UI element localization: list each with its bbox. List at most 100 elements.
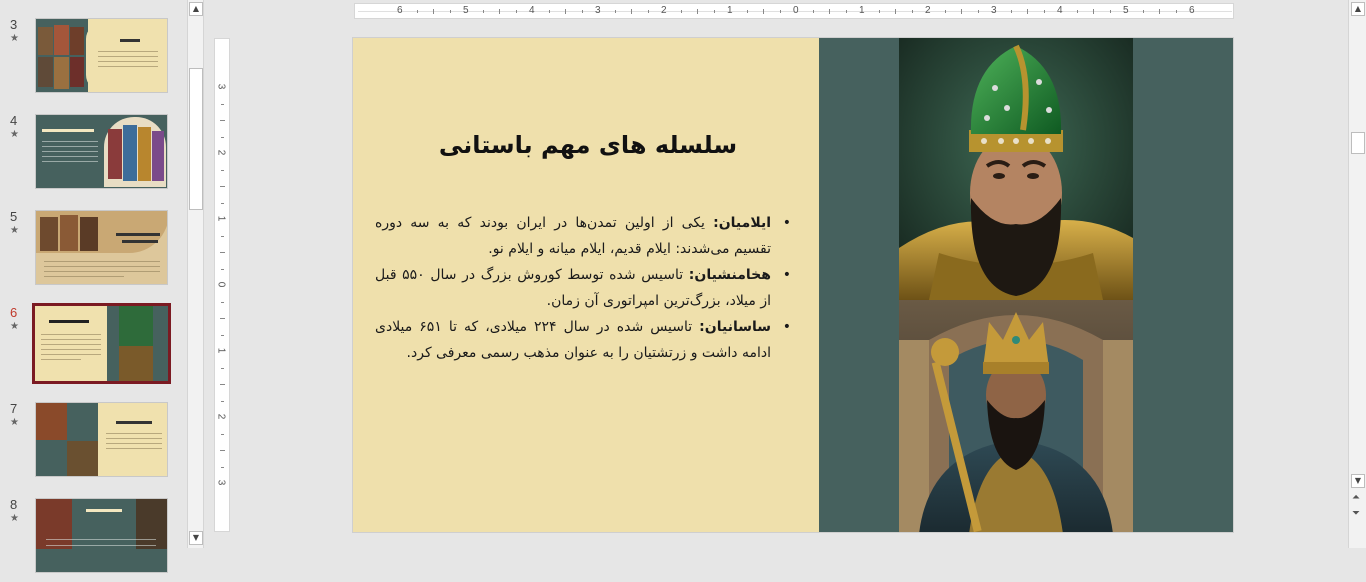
slide-thumbnail[interactable]: [35, 114, 168, 189]
ruler-label: 1: [215, 215, 227, 222]
thumbnail-row[interactable]: 3 ★: [0, 17, 186, 102]
slide-canvas[interactable]: سلسله های مهم باستانی • ایلامیان: یکی از…: [352, 37, 1234, 533]
scroll-up-button[interactable]: ▲: [1351, 2, 1365, 16]
slide-thumbnail-pane: 3 ★ 4 ★ 5 ★ 6 ★ 7 ★ 8 ★: [0, 0, 186, 573]
ruler-tick: [647, 10, 649, 13]
portrait-image-scepter-king[interactable]: [899, 300, 1133, 533]
animation-star-icon: ★: [10, 129, 19, 140]
ruler-tick: [221, 202, 224, 204]
ruler-tick: [220, 186, 225, 187]
ruler-tick: [697, 9, 698, 14]
ruler-tick: [581, 10, 583, 13]
ruler-tick: [680, 10, 682, 13]
horizontal-ruler: 6 5 4 3 2 1 0 1 2 3 4 5 6: [354, 3, 1234, 19]
ruler-label: 4: [1057, 5, 1063, 16]
next-slide-icon[interactable]: ⏷: [1352, 508, 1360, 519]
ruler-label: 0: [793, 5, 799, 16]
slide-thumbnail[interactable]: [35, 18, 168, 93]
ruler-tick: [221, 235, 224, 237]
ruler-tick: [1109, 10, 1111, 13]
ruler-tick: [779, 10, 781, 13]
bullet-text: یکی از اولین تمدن‌ها در ایران بودند که ب…: [375, 215, 771, 257]
ruler-tick: [1076, 10, 1078, 13]
ruler-tick: [548, 10, 550, 13]
slide-number: 7: [10, 401, 18, 416]
bullet-term: ایلامیان:: [713, 215, 771, 231]
bullet-item: • ایلامیان: یکی از اولین تمدن‌ها در ایرا…: [375, 210, 795, 262]
bullet-item: • ساسانیان: تاسیس شده در سال ۲۲۴ میلادی،…: [375, 314, 795, 366]
ruler-tick: [1093, 9, 1094, 14]
ruler-tick: [944, 10, 946, 13]
scrollbar-thumb[interactable]: [189, 68, 203, 210]
ruler-label: 5: [1123, 5, 1129, 16]
ruler-tick: [220, 384, 225, 385]
scroll-down-button[interactable]: ▼: [189, 531, 203, 545]
ruler-label: 1: [727, 5, 733, 16]
animation-star-icon: ★: [10, 417, 19, 428]
ruler-tick: [565, 9, 566, 14]
slide-number: 3: [10, 17, 18, 32]
slide-number: 8: [10, 497, 18, 512]
thumbnail-row[interactable]: 8 ★: [0, 497, 186, 582]
thumbnail-row[interactable]: 7 ★: [0, 401, 186, 486]
ruler-tick: [845, 10, 847, 13]
scrollbar-thumb[interactable]: [1351, 132, 1365, 154]
ruler-tick: [221, 466, 224, 468]
ruler-tick: [1010, 10, 1012, 13]
thumbnail-row[interactable]: 4 ★: [0, 113, 186, 198]
bullet-term: هخامنشیان:: [688, 267, 771, 283]
ruler-tick: [812, 10, 814, 13]
ruler-tick: [977, 10, 979, 13]
ruler-tick: [713, 10, 715, 13]
ruler-tick: [1027, 9, 1028, 14]
animation-star-icon: ★: [10, 225, 19, 236]
ruler-tick: [220, 252, 225, 253]
ruler-tick: [416, 10, 418, 13]
ruler-label: 2: [215, 413, 227, 420]
ruler-label: 2: [215, 149, 227, 156]
bullet-marker: •: [782, 319, 791, 335]
thumbnail-scrollbar[interactable]: ▲ ▼: [187, 0, 204, 548]
ruler-label: 3: [991, 5, 997, 16]
bullet-term: ساسانیان:: [699, 319, 771, 335]
slide-number: 4: [10, 113, 18, 128]
ruler-label: 3: [595, 5, 601, 16]
animation-star-icon: ★: [10, 33, 19, 44]
bullet-marker: •: [782, 267, 791, 283]
scroll-up-button[interactable]: ▲: [189, 2, 203, 16]
ruler-tick: [631, 9, 632, 14]
slide-number: 5: [10, 209, 18, 224]
ruler-tick: [1175, 10, 1177, 13]
ruler-tick: [221, 136, 224, 138]
scroll-down-button[interactable]: ▼: [1351, 474, 1365, 488]
slide-thumbnail[interactable]: [35, 402, 168, 477]
bullet-list[interactable]: • ایلامیان: یکی از اولین تمدن‌ها در ایرا…: [375, 210, 795, 366]
portrait-image-green-crown[interactable]: [899, 38, 1133, 300]
ruler-tick: [220, 120, 225, 121]
bullet-item: • هخامنشیان: تاسیس شده توسط کوروش بزرگ د…: [375, 262, 795, 314]
ruler-tick: [220, 450, 225, 451]
slide-number: 6: [10, 305, 18, 320]
thumbnail-row-selected[interactable]: 6 ★: [0, 303, 186, 390]
text-panel: سلسله های مهم باستانی • ایلامیان: یکی از…: [353, 38, 819, 532]
ruler-tick: [829, 9, 830, 14]
slide-thumbnail[interactable]: [35, 498, 168, 573]
ruler-tick: [221, 169, 224, 171]
slide-thumbnail[interactable]: [35, 210, 168, 285]
ruler-tick: [961, 9, 962, 14]
ruler-label: 3: [215, 83, 227, 90]
ruler-label: 1: [859, 5, 865, 16]
ruler-tick: [878, 10, 880, 13]
ruler-label: 6: [397, 5, 403, 16]
ruler-tick: [1159, 9, 1160, 14]
ruler-tick: [763, 9, 764, 14]
ruler-tick: [221, 433, 224, 435]
thumbnail-row[interactable]: 5 ★: [0, 209, 186, 294]
ruler-tick: [1043, 10, 1045, 13]
ruler-label: 5: [463, 5, 469, 16]
previous-slide-icon[interactable]: ⏶: [1352, 492, 1360, 503]
slide-thumbnail-selected[interactable]: [32, 303, 171, 384]
ruler-tick: [221, 334, 224, 336]
slide-scrollbar[interactable]: ▲ ▼ ⏶ ⏷: [1348, 0, 1366, 548]
slide-title[interactable]: سلسله های مهم باستانی: [373, 131, 803, 159]
